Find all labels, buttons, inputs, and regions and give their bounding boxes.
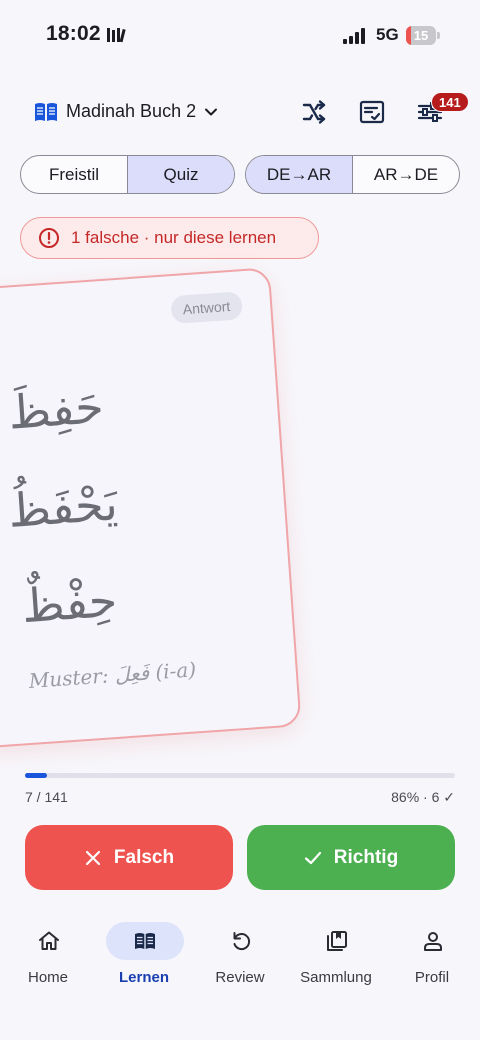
right-button[interactable]: Richtig (247, 825, 455, 890)
person-icon (424, 932, 442, 951)
app-header: Madinah Buch 2 (0, 92, 480, 132)
book-icon (35, 103, 57, 121)
filter-count-badge: 141 (431, 92, 469, 112)
nav-home[interactable]: Home (0, 922, 96, 992)
undo-icon (233, 932, 251, 951)
chevron-down-icon[interactable] (203, 104, 219, 120)
check-icon (304, 851, 321, 864)
nav-home-label: Home (27, 969, 68, 986)
shuffle-icon[interactable] (300, 98, 328, 126)
open-book-icon (135, 933, 155, 949)
progress-fill (25, 773, 47, 778)
book-selector[interactable]: Madinah Buch 2 (66, 101, 196, 122)
flashcard[interactable]: Antwort حَفِظَ يَحْفَظُ حِفْظٌ Muster: ف… (0, 267, 302, 749)
nav-lernen-label: Lernen (118, 969, 169, 986)
progress-bar (25, 773, 455, 778)
progress-count: 7 / 141 (25, 789, 68, 805)
signal-icon (343, 28, 365, 44)
pattern-text: Muster: فَعِلَ (i-a) (28, 657, 197, 693)
answer-label: Antwort (169, 291, 244, 325)
collection-icon (327, 931, 347, 951)
direction-segment: DE→AR AR→DE (245, 155, 460, 194)
close-icon (85, 850, 100, 865)
alert-circle-icon (39, 228, 59, 248)
direction-ar-de[interactable]: AR→DE (352, 156, 459, 193)
mode-quiz[interactable]: Quiz (127, 156, 234, 193)
nav-sammlung-label: Sammlung (300, 969, 372, 986)
progress-stats: 86% · 6 ✓ (391, 789, 455, 805)
battery-icon: 15 (406, 26, 440, 45)
status-time: 18:02 (46, 22, 101, 45)
battery-level: 15 (413, 28, 429, 43)
status-bar: 18:02 5G 15 (0, 0, 480, 70)
wrong-only-filter-button[interactable]: 1 falsche · nur diese lernen (20, 217, 319, 259)
wrong-only-text: 1 falsche · nur diese lernen (71, 228, 277, 247)
wrong-button-label: Falsch (113, 846, 175, 868)
nav-sammlung[interactable]: Sammlung (288, 922, 384, 992)
nav-review[interactable]: Review (192, 922, 288, 992)
nav-lernen[interactable]: Lernen (96, 922, 192, 992)
wrong-button[interactable]: Falsch (25, 825, 233, 890)
right-button-label: Richtig (333, 846, 399, 868)
arabic-past-tense: حَفِظَ (6, 379, 106, 440)
network-type: 5G (376, 25, 399, 44)
home-icon (39, 931, 59, 950)
library-icon (107, 28, 126, 43)
nav-review-label: Review (215, 969, 265, 986)
checklist-icon[interactable] (358, 98, 386, 126)
mode-segment: Freistil Quiz (20, 155, 235, 194)
arabic-masdar: حِفْظٌ (20, 572, 119, 634)
mode-freistil[interactable]: Freistil (21, 156, 127, 193)
arabic-present-tense: يَحْفَظُ (6, 476, 120, 538)
direction-de-ar[interactable]: DE→AR (246, 156, 352, 193)
nav-profil[interactable]: Profil (384, 922, 480, 992)
nav-profil-label: Profil (414, 969, 450, 986)
